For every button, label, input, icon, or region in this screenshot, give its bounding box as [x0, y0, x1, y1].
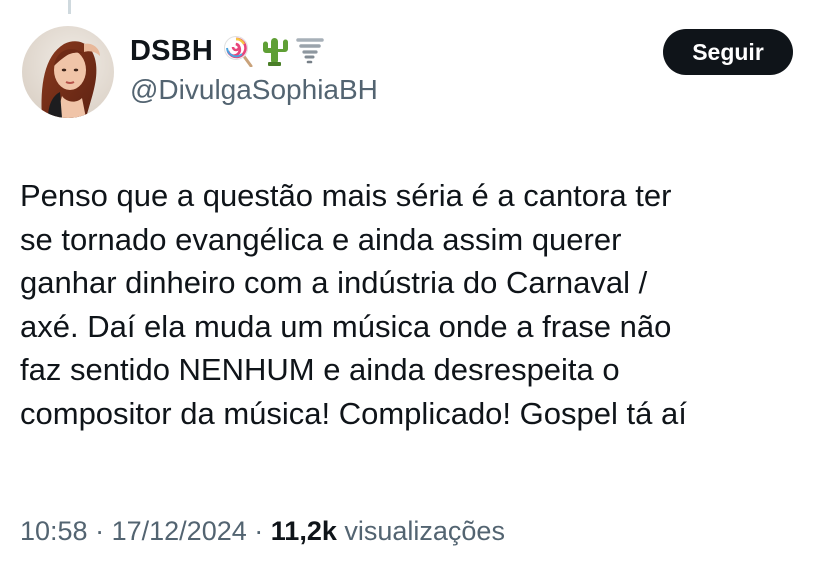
lollipop-icon — [223, 36, 253, 67]
tweet-meta: 10:58 · 17/12/2024 · 11,2k visualizações — [20, 516, 505, 547]
user-handle[interactable]: @DivulgaSophiaBH — [130, 74, 798, 106]
display-name[interactable]: DSBH — [130, 35, 213, 68]
views-label: visualizações — [344, 516, 505, 546]
tornado-icon — [296, 38, 324, 64]
tweet-time[interactable]: 10:58 — [20, 516, 88, 546]
cactus-icon — [262, 38, 288, 66]
tweet-date[interactable]: 17/12/2024 — [112, 516, 247, 546]
avatar-image — [22, 26, 114, 118]
thread-connector-line — [68, 0, 71, 14]
avatar[interactable] — [22, 26, 114, 118]
meta-separator: · — [254, 516, 264, 546]
views-count[interactable]: 11,2k — [271, 516, 337, 546]
name-emojis — [223, 35, 325, 67]
follow-button[interactable]: Seguir — [663, 29, 793, 75]
meta-separator: · — [95, 516, 105, 546]
tweet-text: Penso que a questão mais séria é a canto… — [20, 178, 687, 431]
